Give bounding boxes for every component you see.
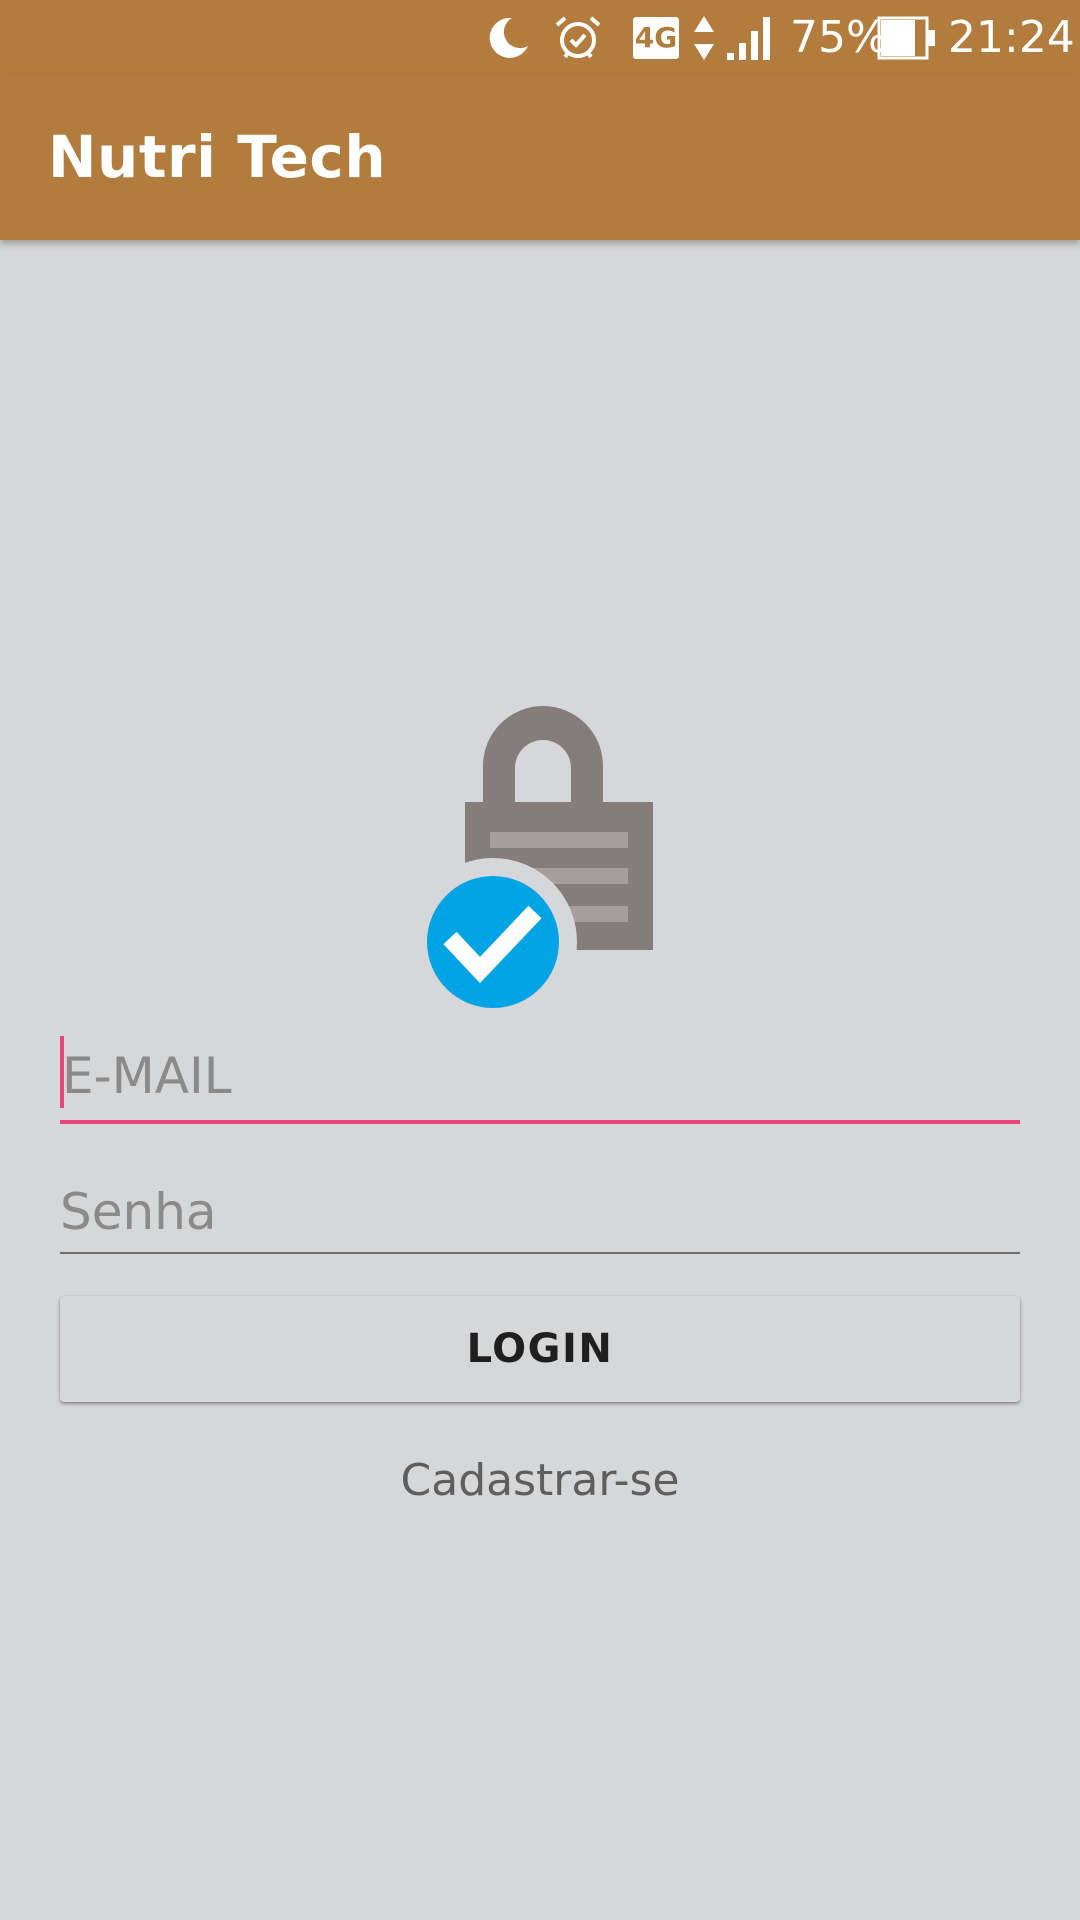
status-bar: 4G 75% 21:24 [0,0,1080,75]
login-button[interactable]: LOGIN [60,1296,1020,1402]
login-screen: 4G 75% 21:24 Nutri Tech E-MAIL LOGIN Cad… [0,0,1080,1920]
alarm-icon [550,10,606,66]
network-4g-icon: 4G [632,10,680,66]
email-field[interactable] [60,1036,1022,1124]
network-label: 4G [633,17,679,59]
data-arrows-icon [690,10,718,66]
app-bar: Nutri Tech [0,75,1080,240]
moon-icon [478,10,534,66]
text-cursor [60,1036,64,1108]
email-input[interactable] [60,1036,1022,1116]
battery-percent: 75% [790,12,888,63]
battery-icon [876,10,938,66]
app-title: Nutri Tech [48,123,387,191]
clock: 21:24 [948,12,1075,63]
lock-check-icon [409,700,660,1026]
password-field[interactable] [60,1172,1020,1254]
password-input[interactable] [60,1172,1020,1252]
signal-icon [724,10,776,66]
signup-link[interactable]: Cadastrar-se [0,1455,1080,1506]
